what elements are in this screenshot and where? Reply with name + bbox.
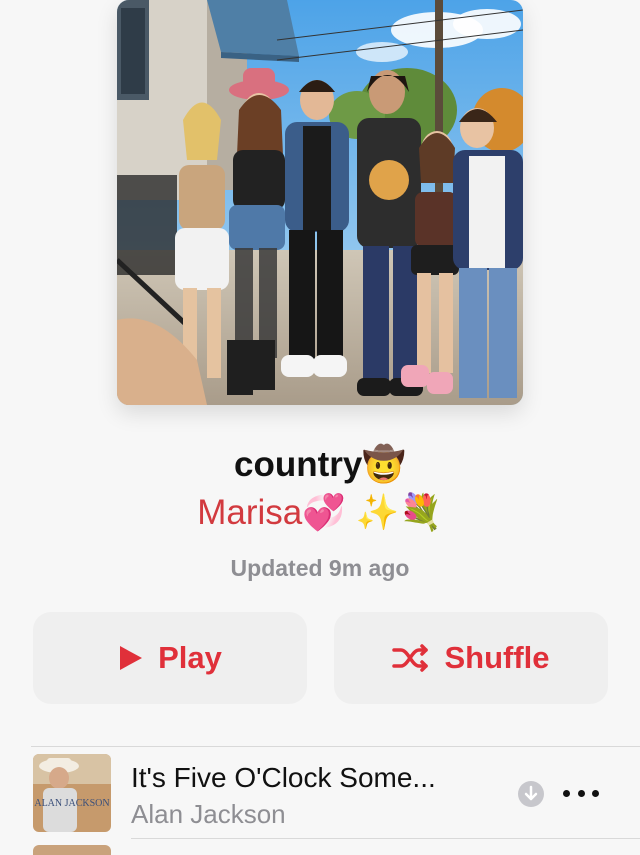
playlist-artwork [117, 0, 523, 405]
more-dot [563, 789, 570, 797]
track-artist: Alan Jackson [131, 799, 286, 829]
track-list-divider [31, 746, 640, 747]
play-icon [120, 646, 143, 670]
download-icon[interactable] [517, 780, 545, 808]
more-options-icon[interactable] [563, 779, 599, 807]
shuffle-button[interactable]: Shuffle [334, 612, 608, 704]
track-album-art: ALAN JACKSON [33, 754, 111, 832]
track-title: It's Five O'Clock Some... [131, 762, 436, 793]
curator-name: Marisa [197, 493, 303, 532]
shuffle-button-label: Shuffle [444, 640, 550, 675]
more-dot [577, 789, 585, 797]
playlist-title: country [234, 445, 363, 484]
track-row[interactable]: ALAN JACKSON It's Five O'Clock Some... A… [0, 751, 640, 837]
shuffle-icon [392, 644, 429, 672]
more-dot [592, 789, 599, 797]
playlist-title-row: country🤠 [0, 443, 640, 487]
play-button[interactable]: Play [33, 612, 307, 704]
hearts-emoji-icon: 💞 [302, 493, 346, 532]
album-art-text: ALAN JACKSON [34, 798, 109, 809]
bouquet-emoji-icon: 💐 [399, 493, 443, 532]
cowboy-emoji-icon: 🤠 [362, 445, 406, 484]
play-button-label: Play [158, 640, 222, 675]
next-track-album-art [33, 845, 111, 855]
updated-timestamp: Updated 9m ago [230, 555, 410, 581]
playlist-artwork-image [117, 0, 523, 405]
track-divider [131, 838, 640, 839]
sparkles-emoji-icon: ✨ [355, 493, 400, 532]
curator-link[interactable]: Marisa💞 ✨💐 [0, 491, 640, 535]
